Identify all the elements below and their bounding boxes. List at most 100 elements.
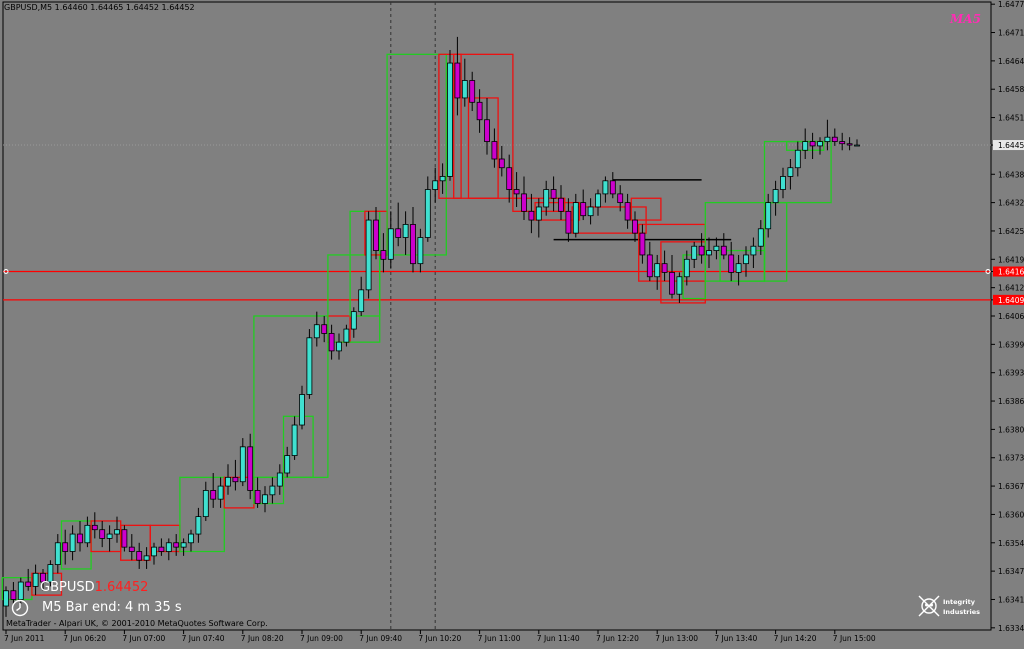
bull-range-box (719, 249, 766, 282)
bull-candle (750, 245, 757, 256)
y-tick-label: 1.64775 (998, 0, 1024, 9)
bull-candle (269, 485, 276, 496)
bull-candle (424, 189, 431, 238)
y-tick-label: 1.64097 (998, 296, 1024, 305)
bear-candle (646, 254, 653, 278)
bear-candle (454, 62, 461, 99)
svg-text:Industries: Industries (943, 608, 980, 616)
y-tick-label: 1.64255 (998, 227, 1024, 236)
bear-candle (91, 524, 98, 531)
bull-candle (854, 144, 860, 147)
bear-candle (661, 263, 668, 273)
bear-candle (173, 542, 180, 548)
chart-window: 1.64775 1.64710 1.64645 1.64580 1.64515 1.644… (0, 0, 1024, 645)
bull-candle (336, 341, 342, 352)
bull-candle (817, 141, 823, 147)
bull-candle (387, 228, 394, 260)
y-tick-label: 1.64060 (998, 312, 1024, 321)
bear-candle (846, 143, 853, 146)
bull-candle (291, 424, 298, 456)
bull-candle (824, 136, 831, 142)
symbol-label: GBPUSD1.64452 (40, 580, 148, 595)
x-tick-label: 7 Jun 2011 (4, 634, 45, 643)
y-tick-label: 1.64515 (998, 114, 1024, 123)
bear-candle (410, 224, 416, 265)
bear-candle (839, 141, 846, 145)
bear-candle (254, 490, 261, 504)
y-tick-label: 1.64580 (998, 85, 1024, 94)
bear-candle (498, 158, 505, 169)
y-tick-label: 1.63345 (998, 624, 1024, 633)
bear-candle (469, 80, 476, 103)
y-tick-label: 1.64385 (998, 170, 1024, 179)
x-tick-label: 7 Jun 07:40 (182, 634, 225, 643)
bull-candle (654, 263, 661, 278)
bull-candle (54, 542, 61, 565)
bull-candle (587, 206, 594, 217)
x-tick-label: 7 Jun 15:00 (833, 634, 876, 643)
bear-candle (491, 141, 498, 160)
y-tick-label: 1.63605 (998, 510, 1024, 519)
bear-candle (521, 193, 527, 212)
bear-candle (506, 167, 513, 190)
bear-candle (62, 542, 69, 552)
y-tick-label: 1.64320 (998, 199, 1024, 208)
bull-candle (461, 80, 468, 99)
bull-candle (447, 62, 453, 177)
bull-candle (239, 446, 246, 483)
y-tick-label: 1.64190 (998, 255, 1024, 264)
bull-candle (106, 533, 113, 539)
x-tick-label: 7 Jun 14:20 (774, 634, 817, 643)
bull-candle (765, 202, 772, 230)
bull-candle (180, 542, 187, 548)
bull-range-box (704, 201, 766, 282)
bear-candle (580, 202, 587, 217)
bull-candle (202, 490, 209, 518)
bull-candle (262, 494, 268, 504)
bear-candle (476, 101, 483, 121)
bull-candle (284, 455, 291, 474)
bull-candle (543, 189, 550, 208)
copyright-text: MetaTrader - Alpari UK, © 2001-2010 Meta… (6, 619, 268, 628)
price-chart[interactable]: 1.64775 1.64710 1.64645 1.64580 1.64515 1.644… (0, 0, 1024, 645)
bear-candle (728, 254, 735, 273)
bull-candle (602, 180, 609, 195)
bear-candle (809, 141, 816, 147)
bull-candle (572, 202, 579, 234)
bull-candle (114, 529, 120, 535)
bull-candle (417, 237, 424, 265)
grid (2, 1, 992, 631)
bull-candle (706, 250, 712, 256)
y-tick-label: 1.63800 (998, 425, 1024, 434)
bull-candle (439, 176, 446, 182)
symbol-name: GBPUSD (40, 580, 95, 595)
bull-candle (69, 533, 76, 552)
x-tick-label: 7 Jun 09:00 (300, 634, 343, 643)
bull-candle (313, 324, 320, 339)
bear-candle (720, 245, 727, 256)
bear-candle (565, 210, 572, 234)
x-tick-label: 7 Jun 08:20 (241, 634, 284, 643)
x-tick-label: 7 Jun 07:00 (122, 634, 165, 643)
bull-candle (17, 581, 24, 600)
bull-range-box (386, 53, 447, 256)
bull-candle (757, 228, 764, 247)
x-tick-label: 7 Jun 13:40 (714, 634, 757, 643)
y-tick-label: 1.63735 (998, 454, 1024, 463)
bear-candle (321, 324, 328, 334)
bear-candle (617, 193, 624, 204)
pirate-logo: Integrity Industries (918, 595, 980, 617)
bull-candle (432, 180, 439, 190)
bear-candle (632, 219, 638, 234)
bar-end-timer: M5 Bar end: 4 m 35 s (42, 600, 182, 615)
bull-candle (350, 311, 357, 330)
bull-candle (691, 245, 698, 260)
y-tick-label: 1.64452 (998, 141, 1024, 150)
bull-candle (217, 485, 224, 500)
corner-logo: MA5 (950, 12, 981, 26)
bull-candle (802, 141, 809, 151)
bear-candle (77, 533, 83, 544)
bear-candle (328, 333, 335, 352)
y-tick-label: 1.63865 (998, 397, 1024, 406)
bull-candle (595, 193, 601, 208)
